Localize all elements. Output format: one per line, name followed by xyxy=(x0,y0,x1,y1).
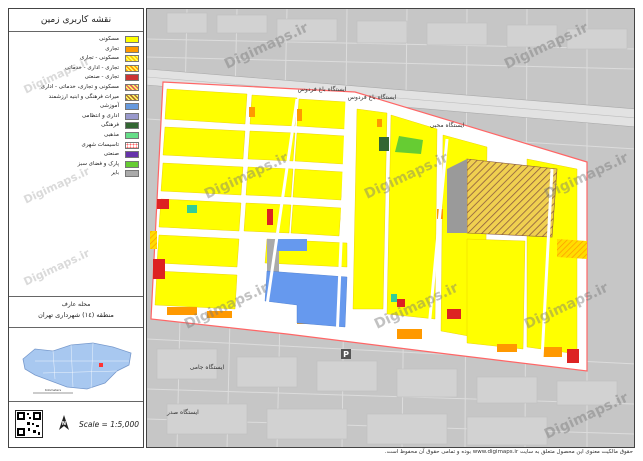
district-box: محله عارف منطقه (١٤) شهرداری تهران xyxy=(9,296,143,328)
legend-label: میراث فرهنگی و ابنیه ارزشمند xyxy=(48,93,119,100)
legend-swatch xyxy=(125,103,139,111)
copyright-notice: حقوق مالکیت معنوی این محصول متعلق به سای… xyxy=(384,449,633,455)
legend-item: فرهنگی xyxy=(9,121,143,131)
legend-item: اداری و انتظامی xyxy=(9,112,143,122)
legend-swatch xyxy=(125,45,139,53)
info-box: N Scale = 1:5,000 xyxy=(9,401,143,448)
legend-panel: نقشه کاربری زمین مسکونی تجاری مسکونی - تجا… xyxy=(8,8,144,448)
legend-swatch xyxy=(125,160,139,168)
legend-swatch xyxy=(125,64,139,72)
north-arrow-icon: N xyxy=(59,415,69,430)
legend-label: تجاری - صنعتی xyxy=(84,74,119,81)
legend-title: نقشه کاربری زمین xyxy=(9,9,143,32)
legend-label: تاسیسات شهری xyxy=(81,141,119,148)
legend-label: آموزشی xyxy=(99,103,119,110)
station-label-1: ایستگاه باغ فردوس xyxy=(298,85,347,93)
station-label-2: ایستگاه باغ فردوس xyxy=(348,93,397,101)
legend-label: فرهنگی xyxy=(101,122,119,129)
land-use-map[interactable]: ایستگاه باغ فردوس ایستگاه باغ فردوس ایست… xyxy=(147,9,635,448)
legend-list: مسکونی تجاری مسکونی - تجاری تجاری - اداری -… xyxy=(9,35,143,179)
station-label-4: ایستگاه جامی xyxy=(190,363,225,371)
legend-swatch xyxy=(125,141,139,149)
legend-swatch xyxy=(125,131,139,139)
legend-swatch xyxy=(125,36,139,43)
district-name: محله عارف xyxy=(61,301,91,308)
legend-swatch xyxy=(125,112,139,120)
legend-swatch xyxy=(125,122,139,130)
legend-item: تاسیسات شهری xyxy=(9,141,143,151)
location-marker-icon xyxy=(99,363,103,367)
inset-scale-label: Kilometers xyxy=(45,388,61,392)
district-region: منطقه (١٤) شهرداری تهران xyxy=(38,311,114,319)
legend-item: مذهبی xyxy=(9,131,143,141)
legend-swatch xyxy=(125,74,139,82)
legend-label: مذهبی xyxy=(104,131,119,138)
qr-code-icon xyxy=(15,410,43,438)
map-frame[interactable]: ایستگاه باغ فردوس ایستگاه باغ فردوس ایست… xyxy=(146,8,635,448)
parking-symbol: P xyxy=(343,350,349,359)
legend-label: مسکونی xyxy=(99,36,119,42)
legend-label: اداری و انتظامی xyxy=(81,112,119,119)
station-label-5: ایستگاه صدر xyxy=(166,408,199,416)
legend-swatch xyxy=(125,93,139,101)
inset-map: Kilometers xyxy=(13,331,139,397)
legend-swatch xyxy=(125,151,139,159)
legend-label: صنعتی xyxy=(103,151,119,158)
heritage-block xyxy=(466,158,558,238)
station-label-3: ایستگاه محبی xyxy=(430,121,465,129)
legend-label: تجاری xyxy=(105,45,119,52)
legend-item: مسکونی xyxy=(9,35,143,45)
scale-text: Scale = 1:5,000 xyxy=(79,420,139,429)
legend-swatch xyxy=(125,170,139,178)
legend-item: صنعتی xyxy=(9,150,143,160)
legend-item: آموزشی xyxy=(9,102,143,112)
watermark-text: Digimaps.ir xyxy=(21,246,92,289)
legend-item: تجاری xyxy=(9,45,143,55)
legend-swatch xyxy=(125,55,139,63)
svg-text:N: N xyxy=(62,421,66,427)
legend-label: بایر xyxy=(111,170,119,177)
legend-swatch xyxy=(125,83,139,91)
